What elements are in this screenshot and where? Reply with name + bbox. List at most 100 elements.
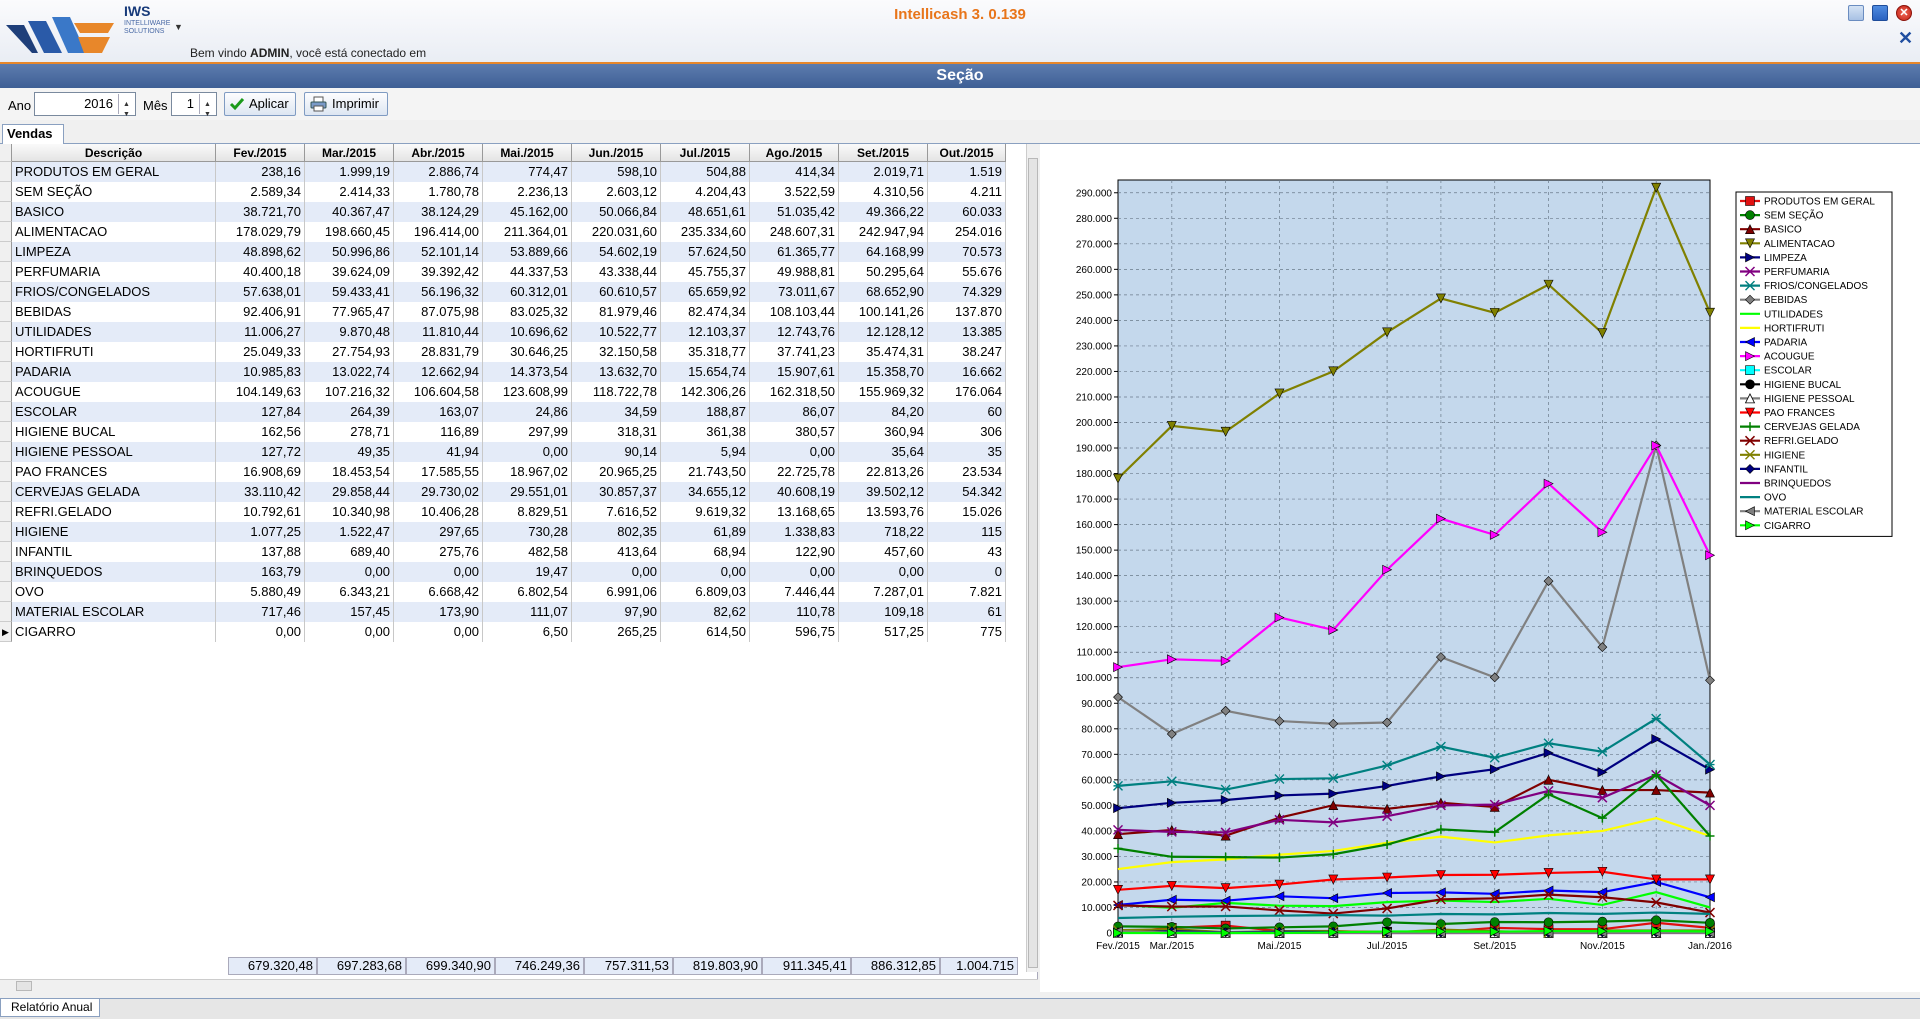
cell-value[interactable]: 12.743,76 <box>750 322 839 342</box>
cell-value[interactable]: 50.295,64 <box>839 262 928 282</box>
cell-value[interactable]: 30.646,25 <box>483 342 572 362</box>
table-row[interactable]: PRODUTOS EM GERAL 238,16 1.999,19 2.886,74 7… <box>0 162 1006 182</box>
cell-value[interactable]: 34.655,12 <box>661 482 750 502</box>
cell-value[interactable]: 30.857,37 <box>572 482 661 502</box>
cell-value[interactable]: 8.829,51 <box>483 502 572 522</box>
cell-value[interactable]: 13.593,76 <box>839 502 928 522</box>
print-button[interactable]: Imprimir <box>304 92 388 116</box>
cell-value[interactable]: 64.168,99 <box>839 242 928 262</box>
table-row[interactable]: PAO FRANCES 16.908,69 18.453,54 17.585,55 18… <box>0 462 1006 482</box>
cell-value[interactable]: 248.607,31 <box>750 222 839 242</box>
cell-value[interactable]: 35.474,31 <box>839 342 928 362</box>
cell-value[interactable]: 48.898,62 <box>216 242 305 262</box>
table-row[interactable]: SEM SEÇÃO 2.589,34 2.414,33 1.780,78 2.236,1… <box>0 182 1006 202</box>
cell-value[interactable]: 23.534 <box>928 462 1006 482</box>
cell-value[interactable]: 2.414,33 <box>305 182 394 202</box>
tab-vendas[interactable]: Vendas <box>2 124 64 144</box>
cell-value[interactable]: 9.870,48 <box>305 322 394 342</box>
table-row[interactable]: PERFUMARIA 40.400,18 39.624,09 39.392,42 44.… <box>0 262 1006 282</box>
year-stepper[interactable]: 2016 <box>34 92 136 126</box>
cell-description[interactable]: SEM SEÇÃO <box>12 182 216 202</box>
cell-value[interactable]: 61.365,77 <box>750 242 839 262</box>
cell-value[interactable]: 60.610,57 <box>572 282 661 302</box>
cell-value[interactable]: 4.310,56 <box>839 182 928 202</box>
logo-dropdown-icon[interactable]: ▼ <box>174 22 183 32</box>
cell-value[interactable]: 142.306,26 <box>661 382 750 402</box>
cell-value[interactable]: 3.522,59 <box>750 182 839 202</box>
column-header[interactable]: Jul./2015 <box>661 144 750 162</box>
cell-value[interactable]: 60 <box>928 402 1006 422</box>
cell-value[interactable]: 83.025,32 <box>483 302 572 322</box>
cell-value[interactable]: 106.604,58 <box>394 382 483 402</box>
cell-value[interactable]: 730,28 <box>483 522 572 542</box>
cell-value[interactable]: 53.889,66 <box>483 242 572 262</box>
table-row[interactable]: HIGIENE BUCAL 162,56 278,71 116,89 297,99 318… <box>0 422 1006 442</box>
table-row[interactable]: ALIMENTACAO 178.029,79 198.660,45 196.414,0… <box>0 222 1006 242</box>
cell-value[interactable]: 34,59 <box>572 402 661 422</box>
cell-value[interactable]: 122,90 <box>750 542 839 562</box>
cell-value[interactable]: 13.022,74 <box>305 362 394 382</box>
cell-value[interactable]: 100.141,26 <box>839 302 928 322</box>
row-indicator[interactable] <box>0 562 12 582</box>
cell-value[interactable]: 596,75 <box>750 622 839 642</box>
cell-value[interactable]: 27.754,93 <box>305 342 394 362</box>
cell-value[interactable]: 7.821 <box>928 582 1006 602</box>
cell-value[interactable]: 157,45 <box>305 602 394 622</box>
table-row[interactable]: HORTIFRUTI 25.049,33 27.754,93 28.831,79 30.… <box>0 342 1006 362</box>
cell-value[interactable]: 11.810,44 <box>394 322 483 342</box>
cell-value[interactable]: 774,47 <box>483 162 572 182</box>
vertical-scroll-thumb[interactable] <box>1028 158 1038 968</box>
horizontal-scrollbar[interactable] <box>0 979 1038 991</box>
row-indicator[interactable]: ▶ <box>0 622 12 642</box>
cell-value[interactable]: 57.638,01 <box>216 282 305 302</box>
cell-value[interactable]: 0,00 <box>750 562 839 582</box>
cell-value[interactable]: 15.358,70 <box>839 362 928 382</box>
cell-value[interactable]: 45.162,00 <box>483 202 572 222</box>
cell-value[interactable]: 16.662 <box>928 362 1006 382</box>
cell-value[interactable]: 56.196,32 <box>394 282 483 302</box>
cell-value[interactable]: 35.318,77 <box>661 342 750 362</box>
cell-value[interactable]: 598,10 <box>572 162 661 182</box>
cell-value[interactable]: 137.870 <box>928 302 1006 322</box>
cell-value[interactable]: 35,64 <box>839 442 928 462</box>
cell-value[interactable]: 12.662,94 <box>394 362 483 382</box>
row-indicator[interactable] <box>0 602 12 622</box>
cell-value[interactable]: 414,34 <box>750 162 839 182</box>
cell-value[interactable]: 2.589,34 <box>216 182 305 202</box>
column-header[interactable]: Fev./2015 <box>216 144 305 162</box>
cell-description[interactable]: LIMPEZA <box>12 242 216 262</box>
row-indicator[interactable] <box>0 442 12 462</box>
cell-value[interactable]: 15.907,61 <box>750 362 839 382</box>
vertical-scrollbar[interactable] <box>1026 144 1038 972</box>
cell-value[interactable]: 25.049,33 <box>216 342 305 362</box>
cell-value[interactable]: 41,94 <box>394 442 483 462</box>
row-indicator[interactable] <box>0 462 12 482</box>
cell-description[interactable]: INFANTIL <box>12 542 216 562</box>
cell-value[interactable]: 104.149,63 <box>216 382 305 402</box>
cell-value[interactable]: 162.318,50 <box>750 382 839 402</box>
cell-value[interactable]: 297,65 <box>394 522 483 542</box>
cell-value[interactable]: 54.602,19 <box>572 242 661 262</box>
cell-value[interactable]: 238,16 <box>216 162 305 182</box>
cell-value[interactable]: 264,39 <box>305 402 394 422</box>
cell-value[interactable]: 15.654,74 <box>661 362 750 382</box>
cell-value[interactable]: 10.340,98 <box>305 502 394 522</box>
cell-value[interactable]: 59.433,41 <box>305 282 394 302</box>
cell-value[interactable]: 61,89 <box>661 522 750 542</box>
cell-value[interactable]: 55.676 <box>928 262 1006 282</box>
cell-description[interactable]: ESCOLAR <box>12 402 216 422</box>
table-row[interactable]: BEBIDAS 92.406,91 77.965,47 87.075,98 83.025… <box>0 302 1006 322</box>
table-row[interactable]: OVO 5.880,49 6.343,21 6.668,42 6.802,54 6.991… <box>0 582 1006 602</box>
cell-value[interactable]: 87.075,98 <box>394 302 483 322</box>
column-header[interactable]: Ago./2015 <box>750 144 839 162</box>
cell-value[interactable]: 517,25 <box>839 622 928 642</box>
cell-value[interactable]: 14.373,54 <box>483 362 572 382</box>
cell-value[interactable]: 13.168,65 <box>750 502 839 522</box>
cell-value[interactable]: 19,47 <box>483 562 572 582</box>
cell-value[interactable]: 162,56 <box>216 422 305 442</box>
cell-value[interactable]: 57.624,50 <box>661 242 750 262</box>
cell-value[interactable]: 29.551,01 <box>483 482 572 502</box>
cell-value[interactable]: 176.064 <box>928 382 1006 402</box>
table-row[interactable]: INFANTIL 137,88 689,40 275,76 482,58 413,64 68… <box>0 542 1006 562</box>
cell-value[interactable]: 361,38 <box>661 422 750 442</box>
